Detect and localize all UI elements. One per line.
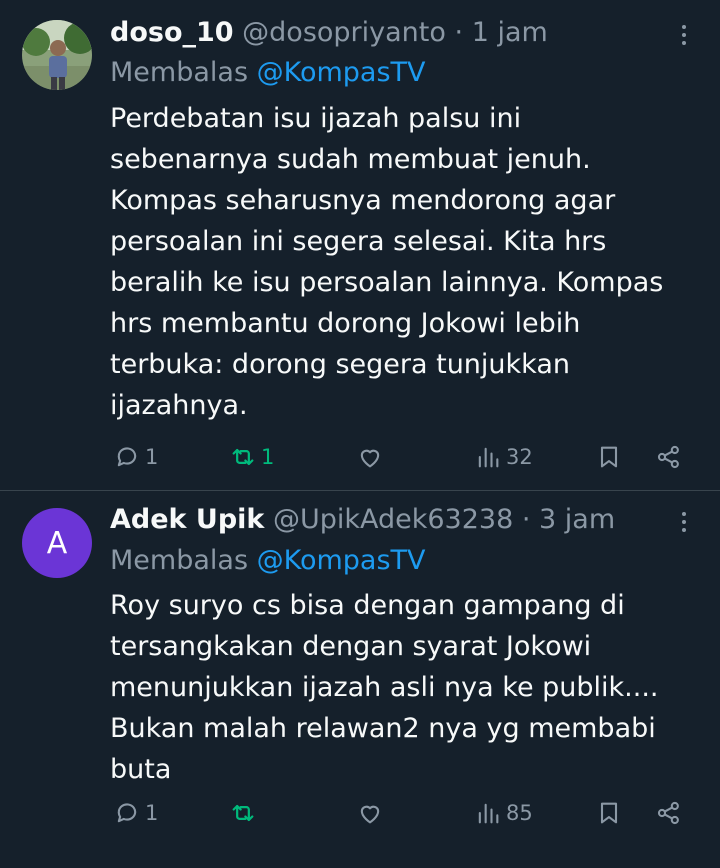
reply-button[interactable]: 1 (113, 793, 158, 833)
repost-icon (232, 448, 254, 466)
separator: · (521, 504, 531, 535)
repost-button[interactable]: 1 (229, 437, 274, 477)
like-button[interactable] (356, 793, 388, 833)
views-count: 85 (506, 801, 533, 825)
timestamp[interactable]: 1 jam (472, 17, 548, 48)
views-icon (478, 803, 499, 824)
tweet-text: Roy suryo cs bisa dengan gampang di ters… (110, 585, 695, 790)
share-button[interactable] (655, 437, 683, 477)
repost-count: 1 (261, 445, 275, 469)
avatar-photo (22, 20, 92, 90)
repost-button[interactable] (229, 793, 261, 833)
avatar[interactable] (22, 20, 92, 90)
timestamp[interactable]: 3 jam (539, 504, 615, 535)
views-button[interactable]: 32 (474, 437, 533, 477)
share-icon (657, 801, 679, 825)
more-icon[interactable] (674, 20, 694, 50)
like-button[interactable] (356, 437, 388, 477)
tweet-text-line: terbuka: dorong segera tunjukkan (110, 349, 570, 380)
views-count: 32 (506, 445, 533, 469)
bookmark-icon (600, 446, 618, 468)
display-name[interactable]: Adek Upik (110, 504, 264, 535)
views-button[interactable]: 85 (474, 793, 533, 833)
tweet[interactable]: A Adek Upik @UpikAdek63238 · 3 jam Memba… (0, 491, 720, 868)
reply-icon (117, 447, 137, 467)
bookmark-button[interactable] (595, 793, 623, 833)
repost-icon (232, 804, 254, 822)
tweet-text-line: buta (110, 754, 172, 785)
action-bar: 1 1 32 (0, 437, 720, 477)
tweet[interactable]: doso_10 @dosopriyanto · 1 jam Membalas @… (0, 0, 720, 490)
reply-to-link[interactable]: @KompasTV (257, 545, 426, 576)
reply-button[interactable]: 1 (113, 437, 158, 477)
tweet-text-line: hrs membantu dorong Jokowi lebih (110, 308, 581, 339)
reply-count: 1 (145, 445, 159, 469)
views-icon (478, 447, 499, 468)
tweet-text-line: Bukan malah relawan2 nya yg membabi (110, 713, 656, 744)
bookmark-button[interactable] (595, 437, 623, 477)
tweet-text-line: tersangkakan dengan syarat Jokowi (110, 631, 592, 662)
tweet-text-line: Kompas seharusnya mendorong agar (110, 185, 616, 216)
tweet-header: Adek Upik @UpikAdek63238 · 3 jam (110, 503, 660, 537)
tweet-text-line: menunjukkan ijazah asli nya ke publik...… (110, 672, 659, 703)
reply-icon (117, 803, 137, 823)
reply-prefix: Membalas (110, 57, 257, 88)
tweet-text-line: sebenarnya sudah membuat jenuh. (110, 144, 591, 175)
tweet-text-line: Perdebatan isu ijazah palsu ini (110, 103, 522, 134)
tweet-text-line: persoalan ini segera selesai. Kita hrs (110, 226, 607, 257)
more-icon[interactable] (674, 507, 694, 537)
reply-count: 1 (145, 801, 159, 825)
action-bar: 1 85 (0, 793, 720, 833)
reply-prefix: Membalas (110, 545, 257, 576)
separator: · (454, 17, 464, 48)
bookmark-icon (600, 802, 618, 824)
display-name[interactable]: doso_10 (110, 17, 234, 48)
avatar-letter: A (46, 525, 68, 561)
tweet-text-line: beralih ke isu persoalan lainnya. Kompas (110, 267, 664, 298)
share-icon (657, 445, 679, 469)
reply-context: Membalas @KompasTV (110, 544, 426, 578)
reply-to-link[interactable]: @KompasTV (257, 57, 426, 88)
reply-context: Membalas @KompasTV (110, 56, 426, 90)
like-icon (360, 805, 380, 824)
handle[interactable]: @UpikAdek63238 (273, 504, 513, 535)
tweet-text-line: Roy suryo cs bisa dengan gampang di (110, 590, 625, 621)
avatar[interactable]: A (22, 508, 92, 578)
tweet-header: doso_10 @dosopriyanto · 1 jam (110, 16, 660, 50)
like-icon (360, 449, 380, 468)
tweet-text: Perdebatan isu ijazah palsu ini sebenarn… (110, 98, 695, 426)
share-button[interactable] (655, 793, 683, 833)
handle[interactable]: @dosopriyanto (242, 17, 446, 48)
tweet-text-line: ijazahnya. (110, 390, 248, 421)
